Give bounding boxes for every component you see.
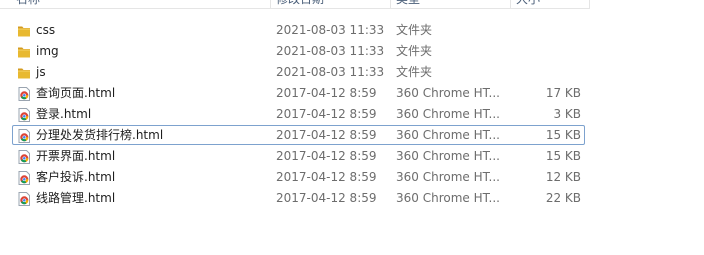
file-size: 17 KB [545,86,581,100]
file-name: js [36,65,46,79]
chrome-html-icon [17,108,31,122]
file-type: 360 Chrome HT... [396,191,500,205]
file-explorer: 名称 修改日期 类型 大小 css 2021-08-03 11:33 文件夹 i… [0,0,704,255]
file-name: 开票界面.html [36,149,116,163]
file-row-routes[interactable]: 线路管理.html 2017-04-12 8:59 360 Chrome HT.… [12,188,585,208]
column-divider[interactable] [510,0,511,8]
chrome-html-icon [17,129,31,143]
file-type: 360 Chrome HT... [396,86,500,100]
column-header-date[interactable]: 修改日期 [276,0,324,8]
chrome-html-icon [17,192,31,206]
file-date: 2021-08-03 11:33 [276,23,385,37]
column-header-row: 名称 修改日期 类型 大小 [0,0,590,9]
file-date: 2021-08-03 11:33 [276,65,385,79]
file-type: 360 Chrome HT... [396,107,500,121]
column-divider[interactable] [270,0,271,8]
folder-icon [17,66,31,80]
column-header-size[interactable]: 大小 [516,0,540,8]
file-type: 360 Chrome HT... [396,149,500,163]
file-name: img [36,44,59,58]
file-size: 15 KB [545,149,581,163]
file-row-js[interactable]: js 2021-08-03 11:33 文件夹 [12,62,585,82]
file-row-login[interactable]: 登录.html 2017-04-12 8:59 360 Chrome HT...… [12,104,585,124]
file-date: 2017-04-12 8:59 [276,128,377,142]
file-type: 文件夹 [396,65,433,79]
file-date: 2017-04-12 8:59 [276,107,377,121]
file-size: 15 KB [545,128,581,142]
file-size: 3 KB [553,107,581,121]
column-divider[interactable] [589,0,590,8]
folder-icon [17,24,31,38]
file-type: 360 Chrome HT... [396,170,500,184]
chrome-html-icon [17,150,31,164]
file-row-query-page[interactable]: 查询页面.html 2017-04-12 8:59 360 Chrome HT.… [12,83,585,103]
file-row-ranking[interactable]: 分理处发货排行榜.html 2017-04-12 8:59 360 Chrome… [12,125,585,145]
file-date: 2017-04-12 8:59 [276,149,377,163]
file-type: 文件夹 [396,44,433,58]
file-name: 登录.html [36,107,92,121]
file-row-css[interactable]: css 2021-08-03 11:33 文件夹 [12,20,585,40]
chrome-html-icon [17,87,31,101]
file-name: css [36,23,56,37]
file-row-complaints[interactable]: 客户投诉.html 2017-04-12 8:59 360 Chrome HT.… [12,167,585,187]
file-name: 查询页面.html [36,86,116,100]
file-type: 360 Chrome HT... [396,128,500,142]
file-date: 2017-04-12 8:59 [276,170,377,184]
file-date: 2017-04-12 8:59 [276,191,377,205]
file-type: 文件夹 [396,23,433,37]
column-header-type[interactable]: 类型 [396,0,420,8]
file-size: 22 KB [545,191,581,205]
file-name: 分理处发货排行榜.html [36,128,164,142]
file-size: 12 KB [545,170,581,184]
chrome-html-icon [17,171,31,185]
column-header-name[interactable]: 名称 [16,0,40,8]
folder-icon [17,45,31,59]
file-date: 2017-04-12 8:59 [276,86,377,100]
column-divider[interactable] [390,0,391,8]
file-name: 线路管理.html [36,191,116,205]
file-date: 2021-08-03 11:33 [276,44,385,58]
file-name: 客户投诉.html [36,170,116,184]
file-row-img[interactable]: img 2021-08-03 11:33 文件夹 [12,41,585,61]
file-row-invoice[interactable]: 开票界面.html 2017-04-12 8:59 360 Chrome HT.… [12,146,585,166]
